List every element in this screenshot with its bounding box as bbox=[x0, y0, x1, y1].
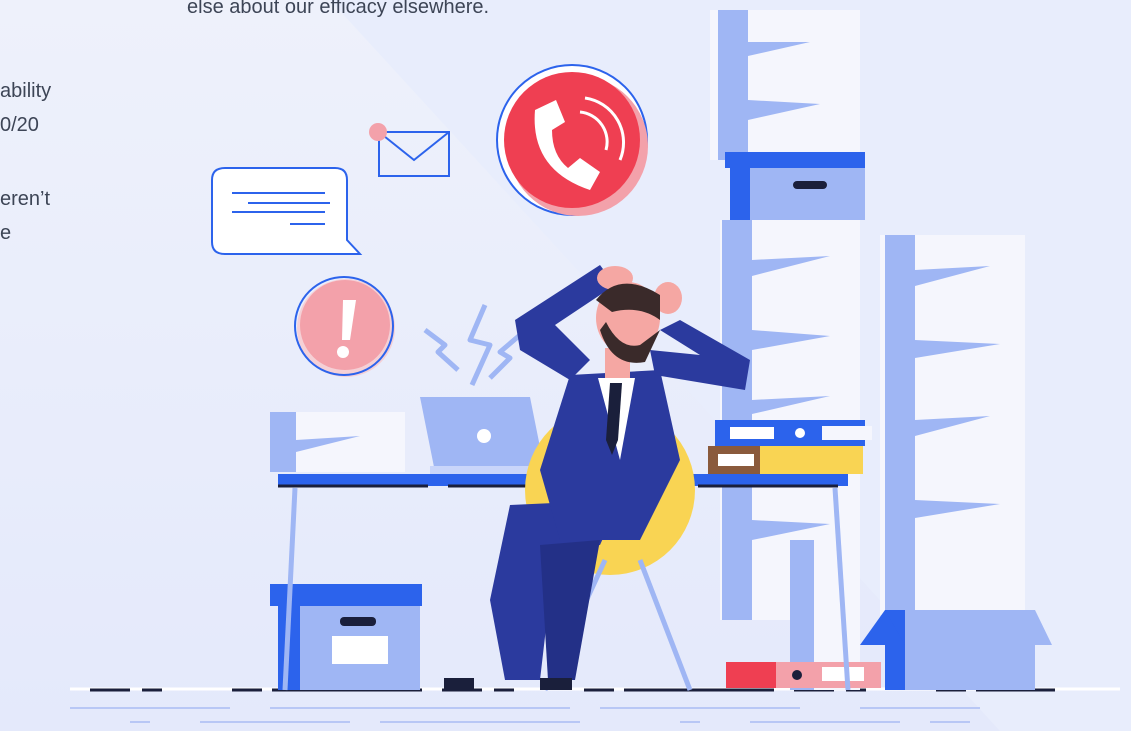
chat-bubble-icon bbox=[211, 167, 363, 255]
stressed-office-illustration bbox=[70, 10, 1120, 723]
desk-papers bbox=[270, 412, 405, 472]
alert-icon bbox=[294, 276, 395, 377]
floor-binder bbox=[726, 662, 881, 688]
lightning-icon bbox=[423, 304, 522, 387]
open-box bbox=[860, 610, 1052, 690]
phone-call-icon bbox=[496, 64, 648, 216]
envelope-icon bbox=[369, 123, 450, 177]
desk-binders bbox=[708, 420, 872, 474]
paper-stack-right bbox=[880, 235, 1025, 615]
ground-lines bbox=[70, 687, 1120, 723]
storage-box-left bbox=[270, 584, 422, 690]
